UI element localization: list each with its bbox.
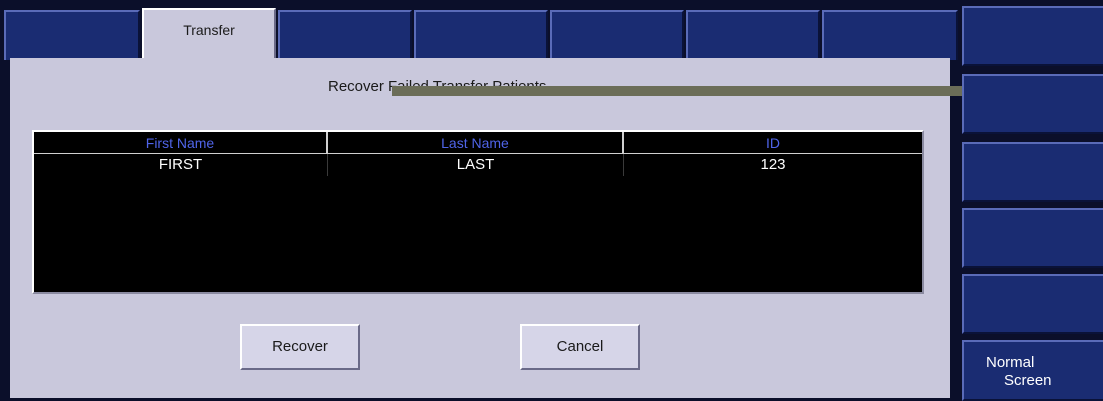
tab-strip: Transfer [4,6,959,62]
column-header-first-name[interactable]: First Name [34,132,328,154]
side-button-2[interactable] [962,74,1103,134]
tab-3[interactable] [278,10,412,60]
table-header: First Name Last Name ID [34,132,922,154]
column-header-id[interactable]: ID [624,132,922,154]
mode-label-line1: Normal [986,354,1035,371]
tab-6[interactable] [686,10,820,60]
tab-1[interactable] [4,10,140,60]
side-button-5[interactable] [962,274,1103,334]
normal-screen-button[interactable]: Normal Screen [962,340,1103,401]
tab-5[interactable] [550,10,684,60]
tab-4[interactable] [414,10,548,60]
mode-label-line2: Screen [1004,372,1052,389]
transfer-panel: Recover Failed Transfer Patients... Firs… [10,58,984,398]
cell-last-name: LAST [328,154,624,176]
recover-button[interactable]: Recover [240,324,360,370]
cancel-button[interactable]: Cancel [520,324,640,370]
side-button-4[interactable] [962,208,1103,268]
tab-transfer-label: Transfer [183,22,235,38]
patient-table: First Name Last Name ID FIRST LAST 123 [32,130,924,294]
tab-7[interactable] [822,10,958,60]
progress-bar [392,86,984,96]
cell-first-name: FIRST [34,154,328,176]
side-button-1[interactable] [962,6,1103,66]
cell-id: 123 [760,156,786,173]
column-header-last-name[interactable]: Last Name [328,132,624,154]
side-button-3[interactable] [962,142,1103,202]
table-row[interactable]: FIRST LAST 123 [34,154,922,176]
tab-transfer[interactable]: Transfer [142,8,276,62]
